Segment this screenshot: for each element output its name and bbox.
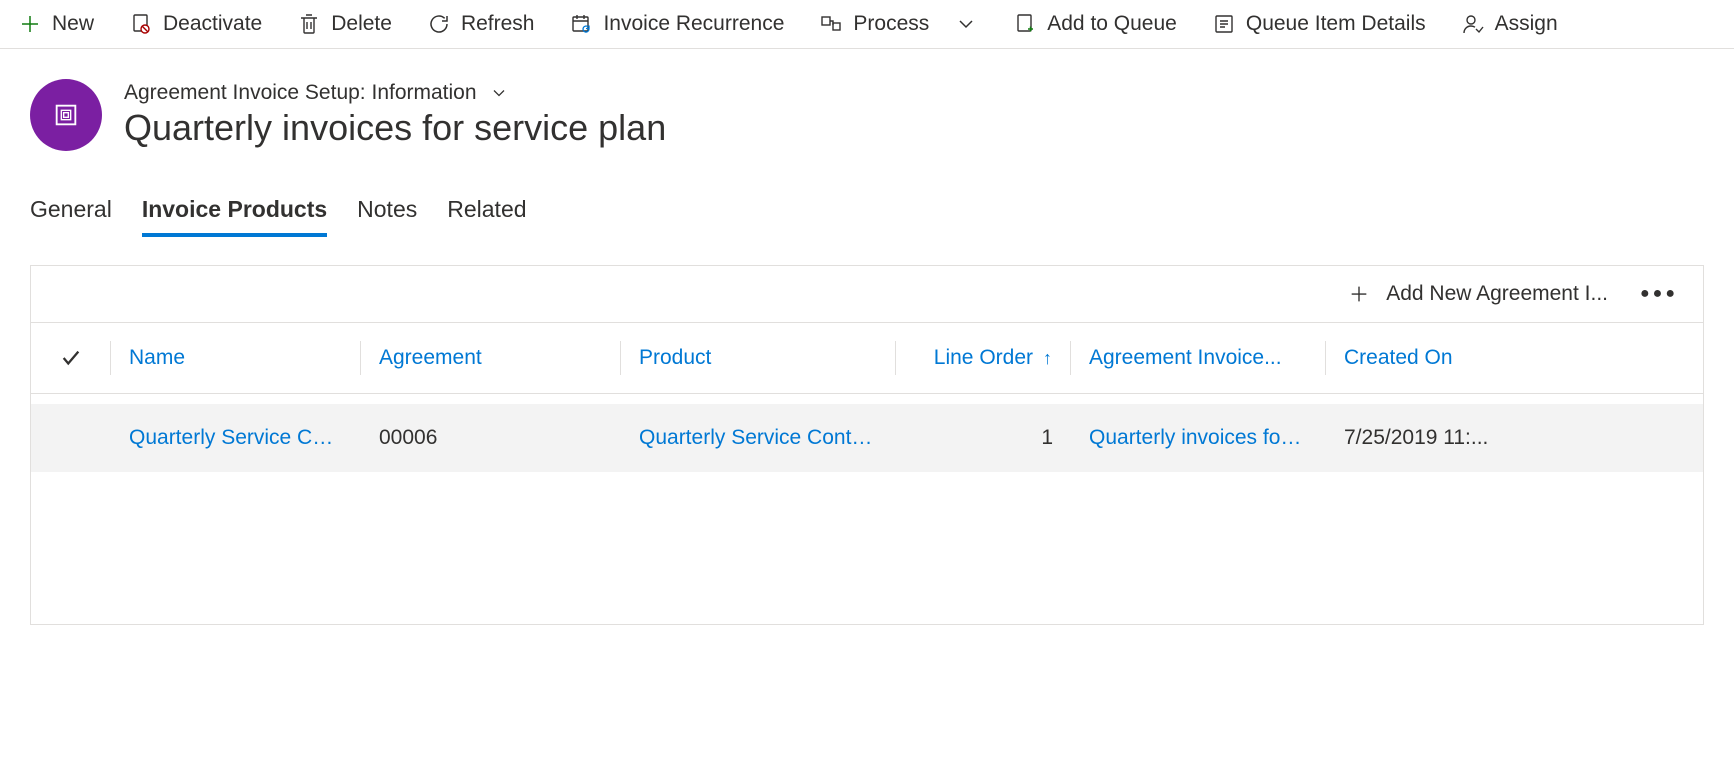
entity-type-row[interactable]: Agreement Invoice Setup: Information: [124, 81, 666, 105]
column-agreement-invoice[interactable]: Agreement Invoice...: [1071, 341, 1326, 375]
cell-line-order: 1: [896, 426, 1071, 450]
deactivate-icon: [129, 12, 153, 36]
cell-created-on: 7/25/2019 11:...: [1326, 426, 1703, 450]
select-all-column[interactable]: [31, 341, 111, 375]
column-line-order[interactable]: Line Order ↑: [896, 341, 1071, 375]
process-icon: [819, 12, 843, 36]
row-selector[interactable]: [31, 426, 111, 450]
entity-titles: Agreement Invoice Setup: Information Qua…: [124, 81, 666, 149]
entity-icon: [30, 79, 102, 151]
new-button[interactable]: New: [18, 12, 94, 36]
assign-icon: [1461, 12, 1485, 36]
add-new-label: Add New Agreement I...: [1386, 282, 1608, 306]
tab-general[interactable]: General: [30, 196, 112, 237]
sort-ascending-icon: ↑: [1043, 348, 1052, 369]
deactivate-button[interactable]: Deactivate: [129, 12, 262, 36]
cell-agreement: 00006: [361, 426, 621, 450]
grid-header: Name Agreement Product Line Order ↑ Agre…: [31, 322, 1703, 394]
column-product[interactable]: Product: [621, 341, 896, 375]
tabs: General Invoice Products Notes Related: [0, 161, 1734, 237]
add-to-queue-label: Add to Queue: [1047, 12, 1177, 36]
cell-name[interactable]: Quarterly Service Contract.: [111, 426, 361, 450]
entity-glyph-icon: [52, 101, 80, 129]
tab-invoice-products[interactable]: Invoice Products: [142, 196, 327, 237]
tab-notes[interactable]: Notes: [357, 196, 417, 237]
process-label: Process: [853, 12, 929, 36]
entity-type-label: Agreement Invoice Setup: Information: [124, 81, 477, 105]
calendar-recurrence-icon: [569, 12, 593, 36]
add-new-button[interactable]: Add New Agreement I...: [1348, 282, 1608, 306]
refresh-label: Refresh: [461, 12, 535, 36]
command-bar: New Deactivate Delete Refresh Invoice Re…: [0, 0, 1734, 49]
assign-button[interactable]: Assign: [1461, 12, 1558, 36]
deactivate-label: Deactivate: [163, 12, 262, 36]
subgrid: Add New Agreement I... ●●● Name Agreemen…: [30, 265, 1704, 625]
more-commands-button[interactable]: ●●●: [1640, 285, 1678, 303]
delete-label: Delete: [331, 12, 392, 36]
plus-icon: [18, 12, 42, 36]
new-label: New: [52, 12, 94, 36]
queue-item-details-label: Queue Item Details: [1246, 12, 1426, 36]
invoice-recurrence-button[interactable]: Invoice Recurrence: [569, 12, 784, 36]
cell-product[interactable]: Quarterly Service Contract.: [621, 426, 896, 450]
chevron-down-icon: [489, 83, 509, 103]
column-agreement[interactable]: Agreement: [361, 341, 621, 375]
refresh-icon: [427, 12, 451, 36]
chevron-down-icon: [954, 12, 978, 36]
queue-item-details-button[interactable]: Queue Item Details: [1212, 12, 1426, 36]
table-row[interactable]: Quarterly Service Contract. 00006 Quarte…: [31, 404, 1703, 472]
entity-header: Agreement Invoice Setup: Information Qua…: [0, 49, 1734, 161]
refresh-button[interactable]: Refresh: [427, 12, 535, 36]
plus-icon: [1348, 283, 1370, 305]
trash-icon: [297, 12, 321, 36]
delete-button[interactable]: Delete: [297, 12, 392, 36]
cell-agreement-invoice[interactable]: Quarterly invoices for servi: [1071, 426, 1326, 450]
add-to-queue-icon: [1013, 12, 1037, 36]
process-button[interactable]: Process: [819, 12, 929, 36]
column-name[interactable]: Name: [111, 341, 361, 375]
assign-label: Assign: [1495, 12, 1558, 36]
process-dropdown[interactable]: [954, 12, 978, 36]
column-created-on[interactable]: Created On: [1326, 341, 1703, 375]
invoice-recurrence-label: Invoice Recurrence: [603, 12, 784, 36]
add-to-queue-button[interactable]: Add to Queue: [1013, 12, 1177, 36]
grid-toolbar: Add New Agreement I... ●●●: [31, 266, 1703, 322]
checkmark-icon: [60, 347, 82, 369]
queue-details-icon: [1212, 12, 1236, 36]
tab-related[interactable]: Related: [447, 196, 526, 237]
entity-name: Quarterly invoices for service plan: [124, 107, 666, 149]
